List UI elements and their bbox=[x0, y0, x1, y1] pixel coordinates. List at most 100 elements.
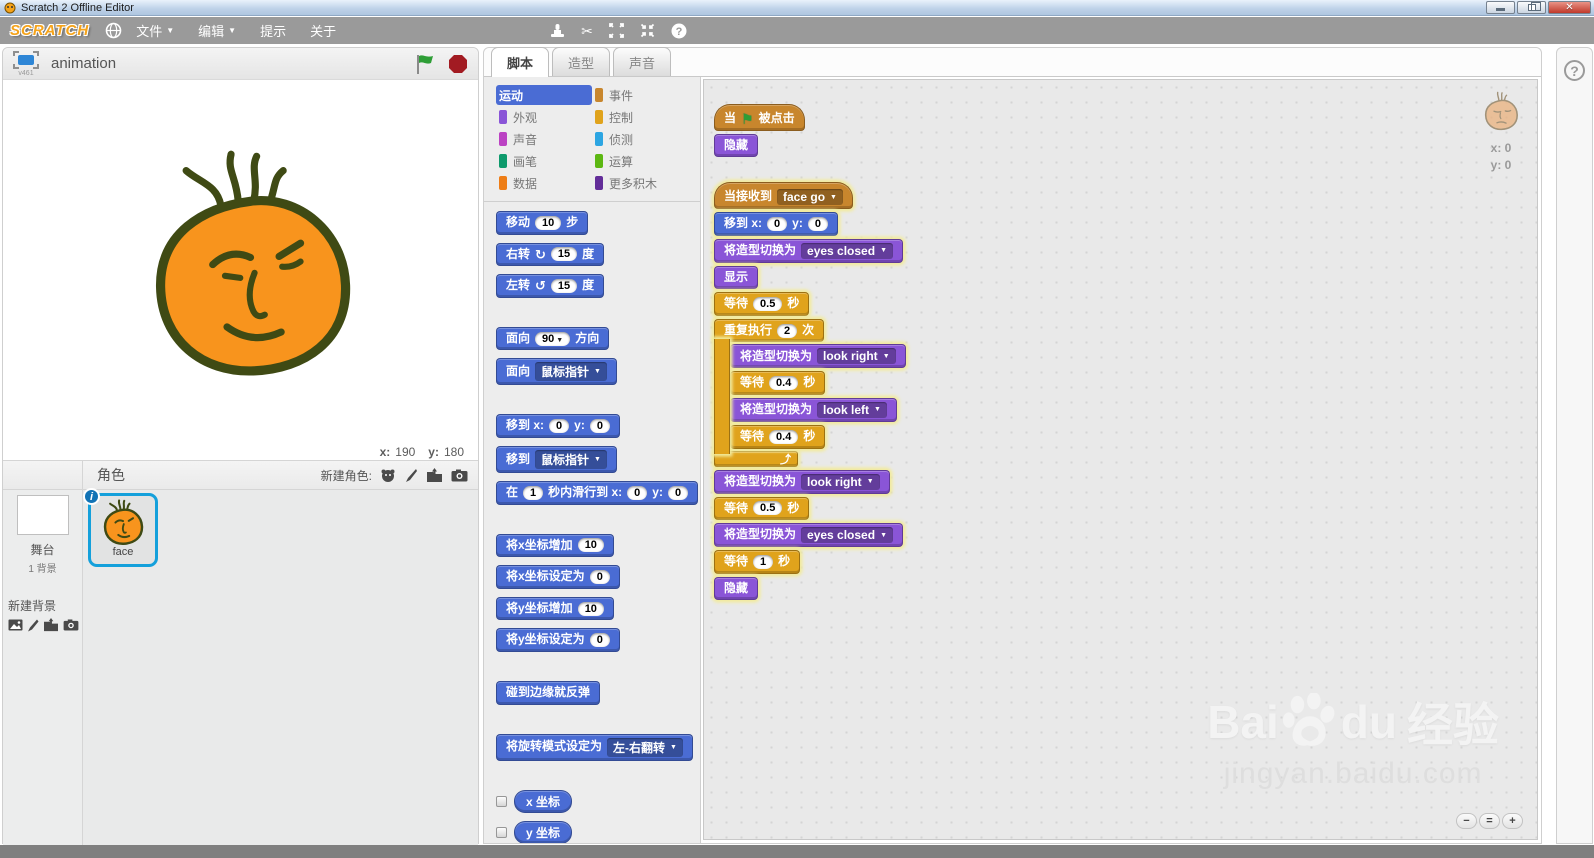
switch-costume-block[interactable]: 将造型切换为 look left ▼ bbox=[730, 397, 897, 422]
category-motion[interactable]: 运动 bbox=[496, 85, 592, 105]
wait-block[interactable]: 等待 0.4 秒 bbox=[730, 424, 826, 449]
minimize-icon bbox=[1496, 8, 1505, 11]
switch-costume-block[interactable]: 将造型切换为 look right ▼ bbox=[730, 344, 906, 369]
stage-view bbox=[3, 80, 478, 444]
sprite-item-face[interactable]: i face bbox=[83, 488, 158, 567]
upload-sprite-icon[interactable] bbox=[426, 467, 443, 483]
repeat-head[interactable]: 重复执行 2 次 bbox=[714, 318, 825, 343]
sprite-info-icon[interactable]: i bbox=[83, 488, 100, 505]
tab-scripts[interactable]: 脚本 bbox=[491, 47, 550, 77]
grow-sprite-icon[interactable] bbox=[608, 23, 624, 38]
wait-block[interactable]: 等待 0.5 秒 bbox=[714, 496, 810, 521]
menubar: SCRATCH 文件 ▼ 编辑 ▼ 提示 关于 ✂ ? bbox=[0, 17, 1594, 44]
switch-costume-block[interactable]: 将造型切换为 eyes closed ▼ bbox=[714, 523, 903, 548]
more-blocks-color-chip bbox=[595, 176, 603, 190]
palette-block-goto-xy[interactable]: 移到 x: 0 y: 0 bbox=[496, 414, 620, 438]
stage-sprite-face bbox=[155, 150, 351, 376]
x-position-checkbox[interactable] bbox=[496, 795, 507, 807]
category-operators[interactable]: 运算 bbox=[592, 151, 688, 171]
y-position-reporter[interactable]: y 坐标 bbox=[514, 820, 573, 843]
category-looks[interactable]: 外观 bbox=[496, 107, 592, 127]
palette-block-bounce-on-edge[interactable]: 碰到边缘就反弹 bbox=[496, 680, 601, 705]
palette-block-rotation-style[interactable]: 将旋转模式设定为 左-右翻转 ▼ bbox=[496, 733, 693, 761]
close-button[interactable]: ✕ bbox=[1548, 1, 1591, 14]
script-face-go[interactable]: 当接收到 face go ▼ 移到 x: 0 y: 0 将造型切换为 eyes closed… bbox=[714, 182, 906, 601]
switch-costume-block[interactable]: 将造型切换为 eyes closed ▼ bbox=[714, 238, 903, 263]
when-receive-block[interactable]: 当接收到 face go ▼ bbox=[714, 182, 853, 209]
repeat-block[interactable]: 重复执行 2 次 将造型切换为 look right ▼ 等待 0.4 秒 将造型切换为 lo… bbox=[714, 318, 906, 467]
palette-block-glide[interactable]: 在 1 秒内滑行到 x: 0 y: 0 bbox=[496, 480, 699, 505]
zoom-out-button[interactable]: − bbox=[1456, 813, 1477, 829]
goto-xy-block[interactable]: 移到 x: 0 y: 0 bbox=[714, 212, 838, 236]
palette-block-point-towards[interactable]: 面向 鼠标指针 ▼ bbox=[496, 358, 617, 386]
palette-block-goto-mouse[interactable]: 移到 鼠标指针 ▼ bbox=[496, 445, 617, 473]
upload-backdrop-icon[interactable] bbox=[43, 618, 59, 632]
switch-costume-block[interactable]: 将造型切换为 look right ▼ bbox=[714, 469, 890, 494]
paint-backdrop-icon[interactable] bbox=[27, 619, 39, 632]
minimize-button[interactable] bbox=[1486, 1, 1515, 14]
menu-file[interactable]: 文件 ▼ bbox=[136, 21, 174, 40]
palette-block-turn-right[interactable]: 右转 ↻ 15 度 bbox=[496, 242, 605, 267]
stage-thumbnail[interactable] bbox=[16, 495, 69, 535]
y-position-checkbox[interactable] bbox=[496, 826, 507, 838]
stage-thumbnail-column: 舞台 1 背景 新建背景 bbox=[3, 490, 83, 845]
wait-block[interactable]: 等待 1 秒 bbox=[714, 550, 801, 574]
events-color-chip bbox=[595, 88, 603, 102]
show-block[interactable]: 显示 bbox=[714, 265, 759, 290]
sensing-color-chip bbox=[595, 132, 603, 146]
palette-block-set-x[interactable]: 将x坐标设定为 0 bbox=[496, 565, 620, 589]
control-color-chip bbox=[595, 110, 603, 124]
camera-sprite-icon[interactable] bbox=[451, 469, 468, 482]
stop-button[interactable] bbox=[448, 54, 468, 74]
palette-block-point-direction[interactable]: 面向 90 ▼ 方向 bbox=[496, 326, 610, 351]
delete-scissors-icon[interactable]: ✂ bbox=[581, 24, 593, 38]
palette-block-change-y[interactable]: 将y坐标增加 10 bbox=[496, 596, 614, 621]
green-flag-button[interactable] bbox=[414, 53, 436, 75]
camera-backdrop-icon[interactable] bbox=[63, 619, 79, 631]
paint-new-sprite-icon[interactable] bbox=[404, 468, 418, 483]
restore-button[interactable] bbox=[1517, 1, 1546, 14]
new-sprite-library-icon[interactable] bbox=[380, 468, 396, 483]
wait-block[interactable]: 等待 0.4 秒 bbox=[730, 371, 826, 395]
tab-costumes[interactable]: 造型 bbox=[552, 47, 611, 76]
category-sensing[interactable]: 侦测 bbox=[592, 129, 688, 149]
tab-sounds[interactable]: 声音 bbox=[613, 47, 672, 76]
palette-block-set-y[interactable]: 将y坐标设定为 0 bbox=[496, 628, 620, 652]
hide-block[interactable]: 隐藏 bbox=[714, 576, 759, 601]
sprite-preview-face-icon bbox=[1484, 91, 1518, 131]
category-more-blocks[interactable]: 更多积木 bbox=[592, 173, 688, 193]
menu-edit[interactable]: 编辑 ▼ bbox=[198, 21, 236, 40]
preview-y-value: y: 0 bbox=[1490, 157, 1512, 172]
block-help-icon[interactable]: ? bbox=[671, 23, 687, 39]
fullscreen-icon[interactable] bbox=[13, 50, 39, 69]
hide-block[interactable]: 隐藏 bbox=[714, 133, 759, 158]
category-data[interactable]: 数据 bbox=[496, 173, 592, 193]
language-globe-icon[interactable] bbox=[105, 22, 122, 39]
help-icon[interactable]: ? bbox=[1564, 60, 1585, 81]
category-events[interactable]: 事件 bbox=[592, 85, 688, 105]
zoom-in-button[interactable]: + bbox=[1502, 813, 1523, 829]
category-control[interactable]: 控制 bbox=[592, 107, 688, 127]
when-flag-clicked-block[interactable]: 当 ⚑ 被点击 bbox=[714, 104, 805, 131]
menu-tips[interactable]: 提示 bbox=[260, 21, 286, 40]
category-sound[interactable]: 声音 bbox=[496, 129, 592, 149]
sprite-preview: x: 0 y: 0 bbox=[1481, 88, 1521, 174]
script-canvas[interactable]: 当 ⚑ 被点击 隐藏 当接收到 face go ▼ 移到 x: 0 y: 0 将造型切换为 ey… bbox=[703, 79, 1538, 840]
wait-block[interactable]: 等待 0.5 秒 bbox=[714, 292, 810, 316]
backdrop-library-icon[interactable] bbox=[8, 619, 23, 631]
duplicate-stamp-icon[interactable] bbox=[550, 23, 565, 38]
category-pen[interactable]: 画笔 bbox=[496, 151, 592, 171]
sprite-list: i face bbox=[83, 488, 478, 845]
menu-about[interactable]: 关于 bbox=[310, 21, 336, 40]
operators-color-chip bbox=[595, 154, 603, 168]
window-titlebar: Scratch 2 Offline Editor ✕ bbox=[0, 0, 1594, 16]
x-position-reporter[interactable]: x 坐标 bbox=[514, 789, 573, 813]
zoom-reset-button[interactable]: = bbox=[1479, 813, 1500, 829]
palette-block-move-steps[interactable]: 移动 10 步 bbox=[496, 211, 589, 235]
window-title: Scratch 2 Offline Editor bbox=[21, 1, 134, 14]
palette-block-turn-left[interactable]: 左转 ↺ 15 度 bbox=[496, 274, 605, 298]
project-name: animation bbox=[51, 55, 117, 72]
palette-block-change-x[interactable]: 将x坐标增加 10 bbox=[496, 533, 614, 558]
shrink-sprite-icon[interactable] bbox=[640, 23, 655, 38]
script-green-flag[interactable]: 当 ⚑ 被点击 隐藏 bbox=[714, 104, 805, 158]
